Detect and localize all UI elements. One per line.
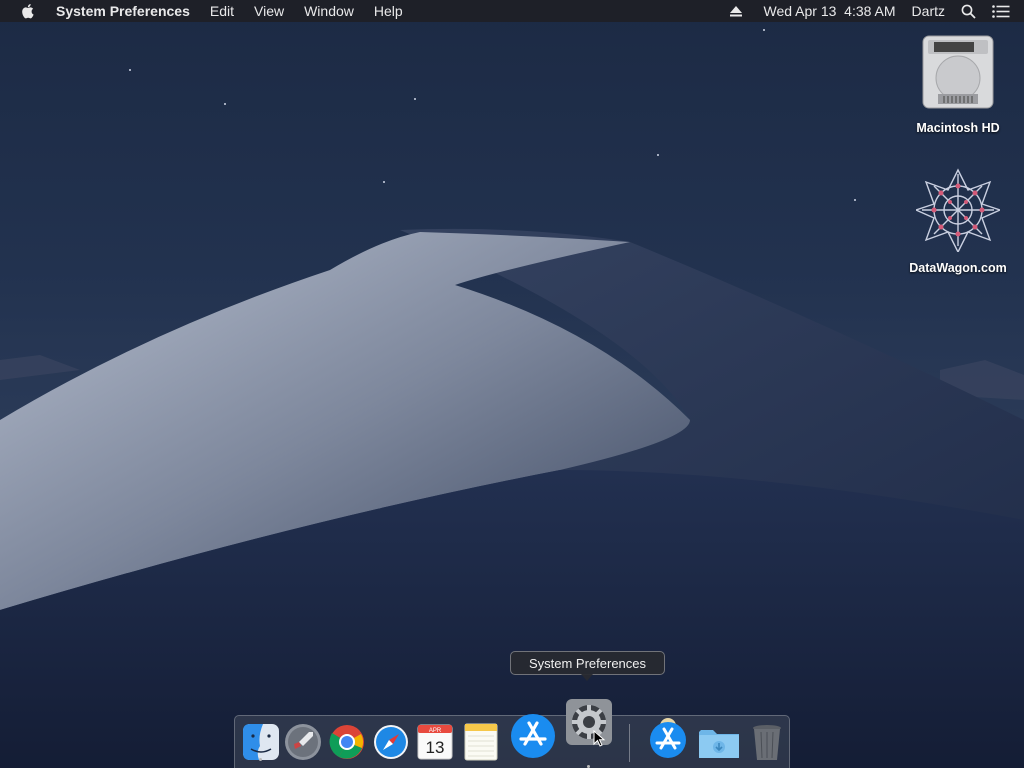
dock-item-app-store[interactable] (509, 712, 557, 760)
calendar-month: APR (429, 728, 442, 734)
menu-clock[interactable]: Wed Apr 13 4:38 AM (756, 3, 904, 19)
menu-view[interactable]: View (244, 0, 294, 22)
finder-icon (243, 724, 279, 760)
menu-window[interactable]: Window (294, 0, 364, 22)
downloads-folder-icon (699, 730, 739, 758)
notes-icon (464, 723, 498, 761)
dock-item-finder[interactable] (241, 722, 281, 762)
mouse-pointer-icon (593, 730, 606, 747)
dock-tooltip: System Preferences (510, 651, 665, 681)
desktop-icon-label: DataWagon.com (909, 261, 1007, 275)
dock-separator (629, 724, 630, 762)
notification-center-icon[interactable] (984, 4, 1024, 18)
eject-icon[interactable] (722, 5, 756, 17)
dock-item-system-preferences[interactable] (565, 698, 613, 768)
calendar-day: 13 (426, 738, 445, 757)
chrome-icon (329, 725, 364, 759)
dock-item-notes[interactable] (461, 722, 501, 762)
apple-icon[interactable] (20, 3, 36, 19)
launchpad-icon (285, 724, 321, 760)
hard-drive-icon (920, 32, 996, 112)
dock-item-launchpad[interactable] (283, 722, 323, 762)
calendar-icon: APR 13 (417, 724, 453, 760)
dock-item-chrome[interactable] (327, 722, 367, 762)
menu-edit[interactable]: Edit (200, 0, 244, 22)
menu-bar: System Preferences Edit View Window Help… (0, 0, 1024, 22)
menu-help[interactable]: Help (364, 0, 413, 22)
dock-item-calendar[interactable]: APR 13 (415, 722, 455, 762)
dock: APR 13 (234, 699, 790, 768)
desktop-icon-datawagon[interactable]: DataWagon.com (903, 168, 1013, 275)
dock-item-trash[interactable] (747, 722, 787, 762)
running-indicator (259, 758, 262, 761)
desktop-icon-macintosh-hd[interactable]: Macintosh HD (903, 32, 1013, 135)
datawagon-logo-icon (916, 168, 1000, 252)
menu-app-name[interactable]: System Preferences (50, 0, 200, 22)
dock-item-safari[interactable] (371, 722, 411, 762)
trash-icon (753, 725, 781, 760)
safari-icon (374, 725, 408, 759)
spotlight-search-icon[interactable] (953, 4, 984, 19)
app-store-download-icon (650, 718, 686, 758)
dock-item-downloads[interactable] (697, 722, 739, 762)
dock-item-app-store-download[interactable] (645, 714, 691, 760)
desktop-icon-label: Macintosh HD (916, 121, 1000, 135)
menu-user[interactable]: Dartz (904, 3, 953, 19)
app-store-icon (511, 714, 555, 758)
